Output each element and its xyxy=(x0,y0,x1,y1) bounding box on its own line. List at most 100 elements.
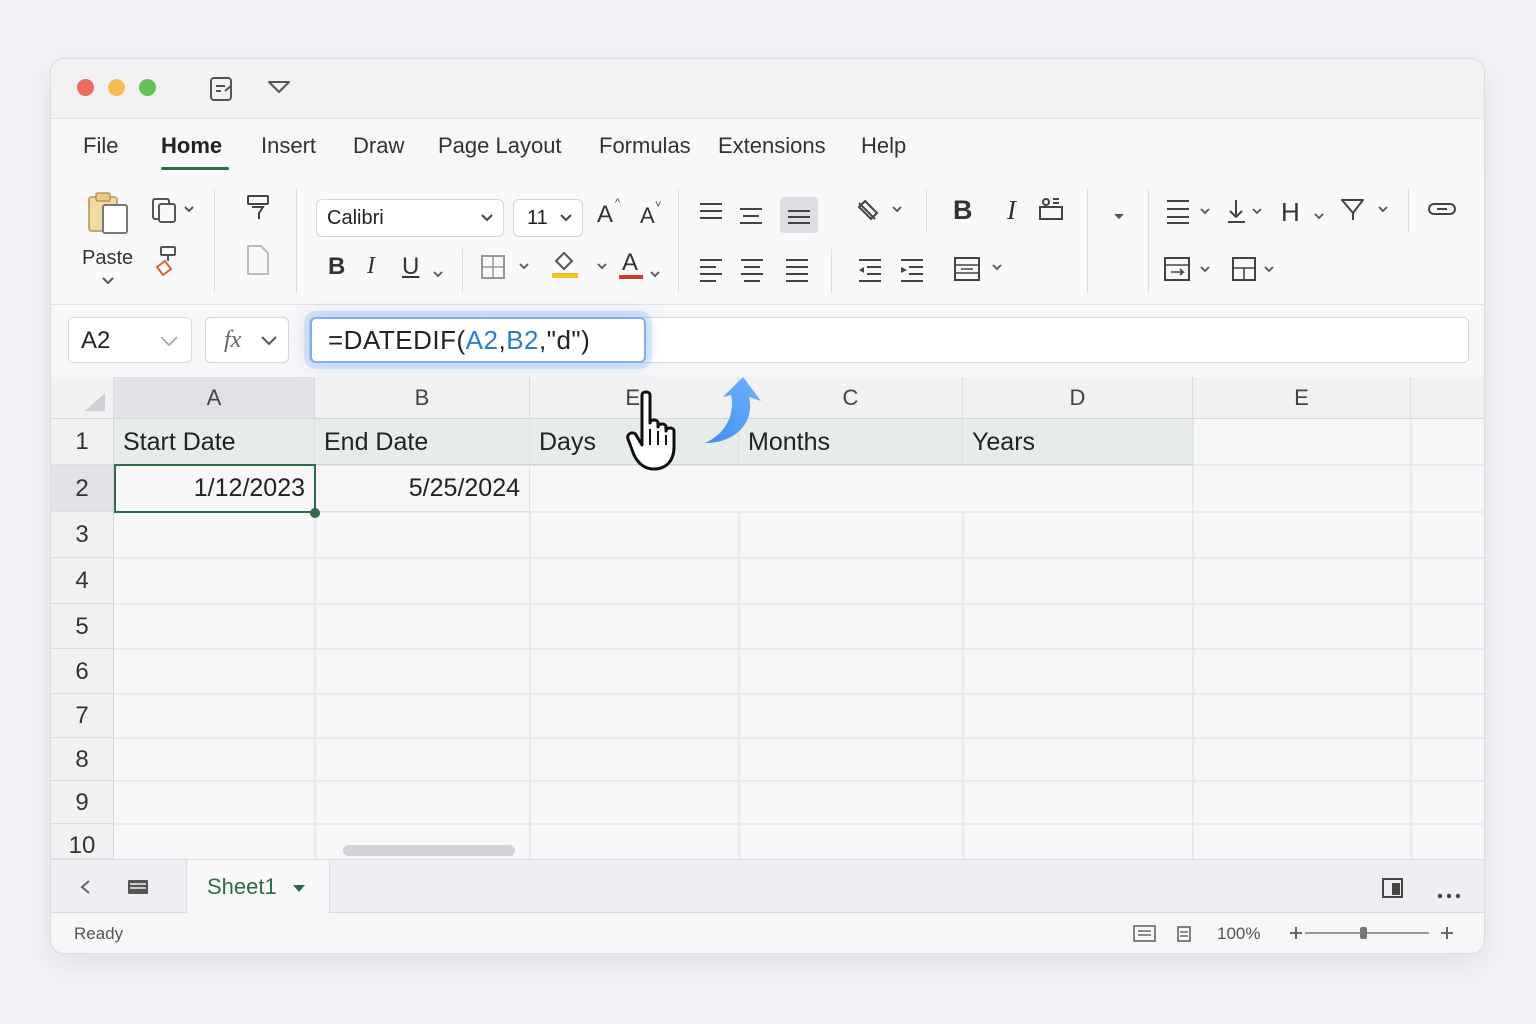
zoom-slider-thumb[interactable] xyxy=(1360,927,1367,939)
row-header-9[interactable]: 9 xyxy=(51,781,114,824)
font-color-button[interactable]: A xyxy=(622,249,638,277)
status-bar: Ready 100% xyxy=(51,913,1484,953)
zoom-slider-track[interactable] xyxy=(1305,932,1429,934)
copy-icon[interactable] xyxy=(151,195,197,230)
menu-formulas[interactable]: Formulas xyxy=(599,133,691,159)
paste-button[interactable] xyxy=(85,191,131,240)
blank-document-icon[interactable] xyxy=(245,243,271,282)
select-all-corner[interactable] xyxy=(51,377,114,419)
fx-label: fx xyxy=(224,327,242,353)
align-top-icon[interactable] xyxy=(698,201,724,230)
align-left-icon[interactable] xyxy=(698,257,724,288)
shrink-font-button[interactable]: A xyxy=(640,203,655,229)
align-bottom-icon xyxy=(788,210,810,224)
bold-alt-button[interactable]: B xyxy=(953,195,973,226)
spreadsheet-grid[interactable]: A B E C D E 1 2 3 4 5 6 7 8 9 10 Start D… xyxy=(51,377,1484,859)
cell-layout-icon[interactable] xyxy=(1231,255,1283,288)
decrease-indent-icon[interactable] xyxy=(857,257,883,288)
fill-color-icon[interactable] xyxy=(550,249,612,286)
sort-descending-icon[interactable] xyxy=(1225,197,1265,230)
chevron-down-icon xyxy=(261,336,277,346)
row-header-3[interactable]: 3 xyxy=(51,512,114,558)
more-horizontal-icon[interactable] xyxy=(1437,886,1461,904)
grow-font-button[interactable]: A xyxy=(597,201,613,229)
align-justify-icon[interactable] xyxy=(784,257,810,288)
save-icon[interactable] xyxy=(209,75,235,108)
row-header-10[interactable]: 10 xyxy=(51,824,114,859)
quick-access-dropdown-icon[interactable] xyxy=(267,79,291,100)
zoom-level[interactable]: 100% xyxy=(1217,924,1260,944)
underline-button[interactable]: U xyxy=(402,253,419,281)
menu-help[interactable]: Help xyxy=(861,133,906,159)
borders-icon[interactable] xyxy=(480,253,532,286)
sheet-list-icon[interactable] xyxy=(127,879,149,900)
row-header-2[interactable]: 2 xyxy=(51,465,114,512)
chevron-down-icon xyxy=(160,336,178,347)
maximize-window-button[interactable] xyxy=(139,79,156,96)
align-middle-icon[interactable] xyxy=(738,205,764,232)
column-header-d[interactable]: D xyxy=(963,377,1193,419)
paste-chevron-down-icon[interactable] xyxy=(101,273,115,291)
insert-function-button[interactable]: fx xyxy=(205,317,289,363)
text-style-icon[interactable] xyxy=(1037,195,1065,228)
font-color-chevron-down-icon[interactable] xyxy=(649,265,661,283)
heading-chevron-down-icon[interactable] xyxy=(1313,207,1325,225)
menu-draw[interactable]: Draw xyxy=(353,133,404,159)
page-layout-view-icon[interactable] xyxy=(1176,925,1192,948)
row-header-4[interactable]: 4 xyxy=(51,558,114,604)
link-icon[interactable] xyxy=(1427,197,1457,226)
underline-chevron-down-icon[interactable] xyxy=(432,265,444,283)
row-header-8[interactable]: 8 xyxy=(51,738,114,781)
menu-page-layout[interactable]: Page Layout xyxy=(438,133,562,159)
formula-ref-a: A2 xyxy=(465,325,499,355)
horizontal-scrollbar[interactable] xyxy=(343,845,515,856)
formula-input[interactable]: =DATEDIF(A2,B2,"d") xyxy=(310,317,646,363)
row-header-6[interactable]: 6 xyxy=(51,649,114,694)
merge-cells-icon[interactable] xyxy=(953,255,1005,288)
zoom-out-icon[interactable] xyxy=(1289,925,1303,946)
fill-handle[interactable] xyxy=(310,508,320,518)
column-header-a[interactable]: A xyxy=(114,377,315,419)
zoom-in-icon[interactable] xyxy=(1440,925,1454,946)
row-header-5[interactable]: 5 xyxy=(51,604,114,649)
bold-button[interactable]: B xyxy=(328,253,345,281)
normal-view-icon[interactable] xyxy=(1133,925,1157,948)
row-header-1[interactable]: 1 xyxy=(51,419,114,465)
menu-file[interactable]: File xyxy=(83,133,118,159)
clear-format-icon[interactable] xyxy=(245,193,273,228)
font-name-value: Calibri xyxy=(327,207,384,229)
list-format-icon[interactable] xyxy=(1165,197,1213,230)
caret-down-icon xyxy=(293,885,305,892)
more-options-chevron-down-icon[interactable] xyxy=(1113,207,1125,225)
chevron-left-icon[interactable] xyxy=(79,879,91,900)
page-view-icon[interactable] xyxy=(1381,877,1405,904)
increase-indent-icon[interactable] xyxy=(899,257,925,288)
column-header-blank[interactable] xyxy=(1411,377,1484,419)
align-bottom-button[interactable] xyxy=(780,197,818,233)
minimize-window-button[interactable] xyxy=(108,79,125,96)
menu-insert[interactable]: Insert xyxy=(261,133,316,159)
italic-button[interactable]: I xyxy=(367,253,375,280)
wrap-text-icon[interactable] xyxy=(1163,255,1215,288)
font-size-select[interactable]: 11 xyxy=(513,199,583,237)
name-box[interactable]: A2 xyxy=(68,317,192,363)
grid-lines xyxy=(114,419,1484,859)
italic-alt-button[interactable]: I xyxy=(1007,195,1016,226)
align-center-icon[interactable] xyxy=(739,257,765,288)
menu-extensions[interactable]: Extensions xyxy=(718,133,826,159)
column-header-c[interactable]: C xyxy=(739,377,963,419)
format-painter-icon[interactable] xyxy=(153,245,183,284)
font-name-select[interactable]: Calibri xyxy=(316,199,504,237)
column-header-e[interactable]: E xyxy=(1193,377,1411,419)
orientation-icon[interactable] xyxy=(855,197,905,230)
filter-icon[interactable] xyxy=(1339,195,1391,230)
sheet-tab-sheet1[interactable]: Sheet1 xyxy=(186,860,330,914)
heading-button[interactable]: H xyxy=(1281,197,1300,228)
menu-home[interactable]: Home xyxy=(161,133,222,159)
row-header-7[interactable]: 7 xyxy=(51,694,114,738)
column-header-b[interactable]: B xyxy=(315,377,530,419)
close-window-button[interactable] xyxy=(77,79,94,96)
chevron-down-icon xyxy=(560,214,572,222)
chevron-down-icon xyxy=(481,214,493,222)
formula-bar: A2 fx =DATEDIF(A2,B2,"d") xyxy=(51,305,1484,377)
